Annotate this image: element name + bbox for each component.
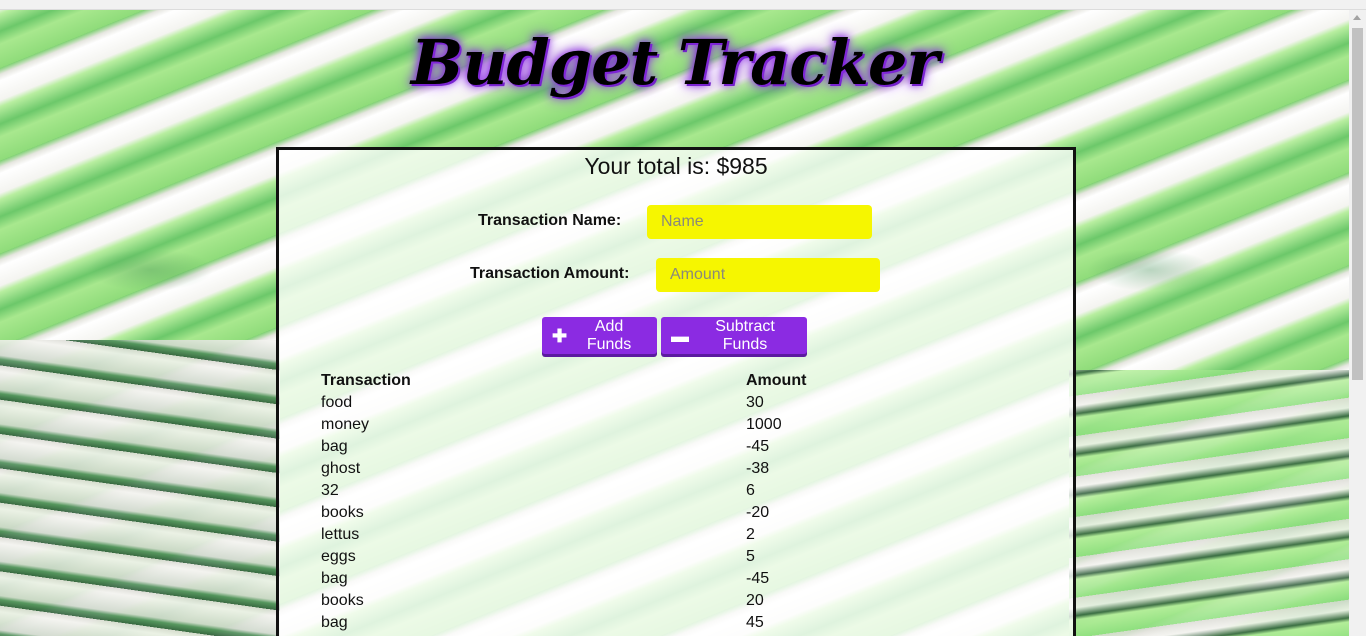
table-row: bag 45 bbox=[319, 612, 1039, 634]
transaction-amount-cell: 45 bbox=[746, 614, 764, 631]
banknote-stack-right bbox=[1069, 370, 1349, 636]
transaction-name-cell: books bbox=[321, 592, 364, 609]
transaction-amount-cell: -38 bbox=[746, 460, 770, 477]
table-row: 32 6 bbox=[319, 480, 1039, 502]
transaction-name-cell: bag bbox=[321, 438, 348, 455]
minus-icon: ▬ bbox=[671, 325, 689, 346]
transaction-name-cell: books bbox=[321, 504, 364, 521]
transaction-name-cell: bag bbox=[321, 614, 348, 631]
scroll-up-arrow-icon[interactable] bbox=[1353, 15, 1361, 20]
transaction-name-cell: money bbox=[321, 416, 370, 433]
table-row: ghost -38 bbox=[319, 458, 1039, 480]
table-row: lettus 2 bbox=[319, 524, 1039, 546]
scrollbar-thumb[interactable] bbox=[1352, 28, 1363, 380]
transaction-amount-cell: 30 bbox=[746, 394, 764, 411]
transaction-name-cell: ghost bbox=[321, 460, 361, 477]
transaction-name-cell: bag bbox=[321, 570, 348, 587]
transaction-amount-cell: 5 bbox=[746, 548, 755, 565]
add-funds-label: Add Funds bbox=[586, 317, 632, 353]
transaction-name-cell: lettus bbox=[321, 526, 360, 543]
transaction-amount-label: Transaction Amount: bbox=[470, 265, 630, 282]
transaction-name-cell: 32 bbox=[321, 482, 339, 499]
banknote-stack-left bbox=[0, 340, 280, 636]
transaction-amount-cell: 2 bbox=[746, 526, 755, 543]
transaction-amount-input[interactable] bbox=[656, 258, 880, 292]
transaction-name-cell: food bbox=[321, 394, 353, 411]
table-row: food 30 bbox=[319, 392, 1039, 414]
browser-top-strip bbox=[0, 0, 1366, 10]
table-row: bag -45 bbox=[319, 568, 1039, 590]
subtract-funds-label: Subtract Funds bbox=[715, 317, 775, 353]
transaction-amount-cell: 1000 bbox=[746, 416, 782, 433]
table-header-row: Transaction Amount bbox=[319, 370, 1039, 392]
column-header-transaction: Transaction bbox=[321, 372, 411, 389]
table-row: eggs 5 bbox=[319, 546, 1039, 568]
transaction-amount-cell: 20 bbox=[746, 592, 764, 609]
total-display: Your total is: $985 bbox=[584, 153, 768, 179]
transaction-amount-cell: -45 bbox=[746, 570, 770, 587]
plus-icon: ✚ bbox=[552, 325, 568, 346]
transaction-name-cell: eggs bbox=[321, 548, 356, 565]
transaction-amount-cell: -20 bbox=[746, 504, 770, 521]
add-funds-button[interactable]: ✚ Add Funds bbox=[542, 317, 657, 354]
table-row: books 20 bbox=[319, 590, 1039, 612]
page-title: Budget Tracker bbox=[410, 26, 939, 99]
transaction-name-label: Transaction Name: bbox=[478, 212, 622, 229]
table-row: money 1000 bbox=[319, 414, 1039, 436]
table-row: books -20 bbox=[319, 502, 1039, 524]
transaction-name-input[interactable] bbox=[647, 205, 872, 239]
transaction-amount-cell: -45 bbox=[746, 438, 770, 455]
table-row: bag -45 bbox=[319, 436, 1039, 458]
page-scrollbar[interactable] bbox=[1349, 10, 1366, 636]
transaction-amount-cell: 6 bbox=[746, 482, 755, 499]
budget-panel: Your total is: $985 Transaction Name: Tr… bbox=[276, 147, 1076, 636]
subtract-funds-button[interactable]: ▬ Subtract Funds bbox=[661, 317, 807, 354]
column-header-amount: Amount bbox=[746, 372, 807, 389]
transactions-table: Transaction Amount food 30 money 1000 bag -… bbox=[319, 370, 1039, 634]
